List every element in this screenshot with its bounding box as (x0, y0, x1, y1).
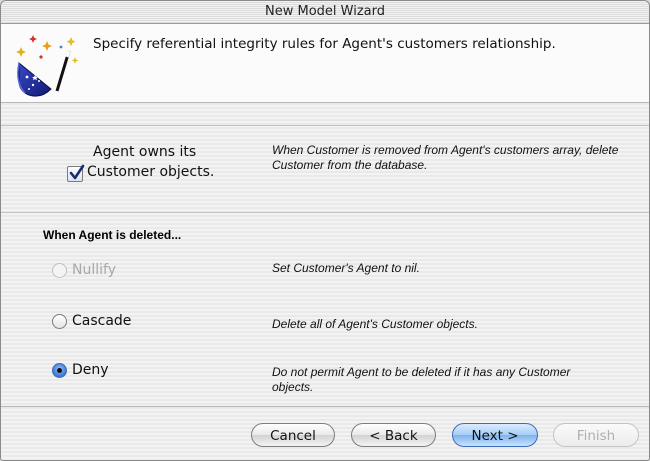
cascade-description: Delete all of Agent's Customer objects. (272, 317, 478, 331)
cancel-button[interactable]: Cancel (251, 423, 335, 447)
section-divider (1, 212, 649, 213)
wizard-header: Specify referential integrity rules for … (1, 24, 649, 103)
back-button[interactable]: < Back (351, 423, 436, 447)
section-divider (1, 125, 649, 126)
owns-label-line1: Agent owns its (93, 144, 197, 160)
instruction-text: Specify referential integrity rules for … (93, 36, 556, 52)
radio-button[interactable] (52, 363, 67, 378)
owns-label-line2: Customer objects. (87, 164, 215, 180)
radio-button[interactable] (52, 314, 67, 329)
owns-customers-label[interactable]: Agent owns its Customer objects. (87, 142, 257, 182)
radio-button[interactable] (52, 263, 67, 278)
window-title: New Model Wizard (1, 1, 649, 24)
radio-nullify-label: Nullify (72, 262, 116, 278)
radio-deny-label: Deny (72, 362, 109, 378)
finish-button[interactable]: Finish (553, 423, 639, 447)
footer-divider (1, 406, 649, 407)
ownership-description: When Customer is removed from Agent's cu… (272, 143, 619, 172)
deny-description: Do not permit Agent to be deleted if it … (272, 365, 571, 394)
wizard-window: New Model Wizard Specify referential int… (0, 0, 650, 461)
wizard-hat-wand-icon (16, 35, 79, 97)
nullify-description: Set Customer's Agent to nil. (272, 261, 420, 275)
checkmark-icon (69, 164, 85, 180)
radio-cascade-label: Cascade (72, 313, 132, 329)
delete-rule-heading: When Agent is deleted... (43, 228, 182, 242)
owns-customers-checkbox[interactable] (67, 164, 85, 182)
next-button[interactable]: Next > (452, 423, 538, 447)
